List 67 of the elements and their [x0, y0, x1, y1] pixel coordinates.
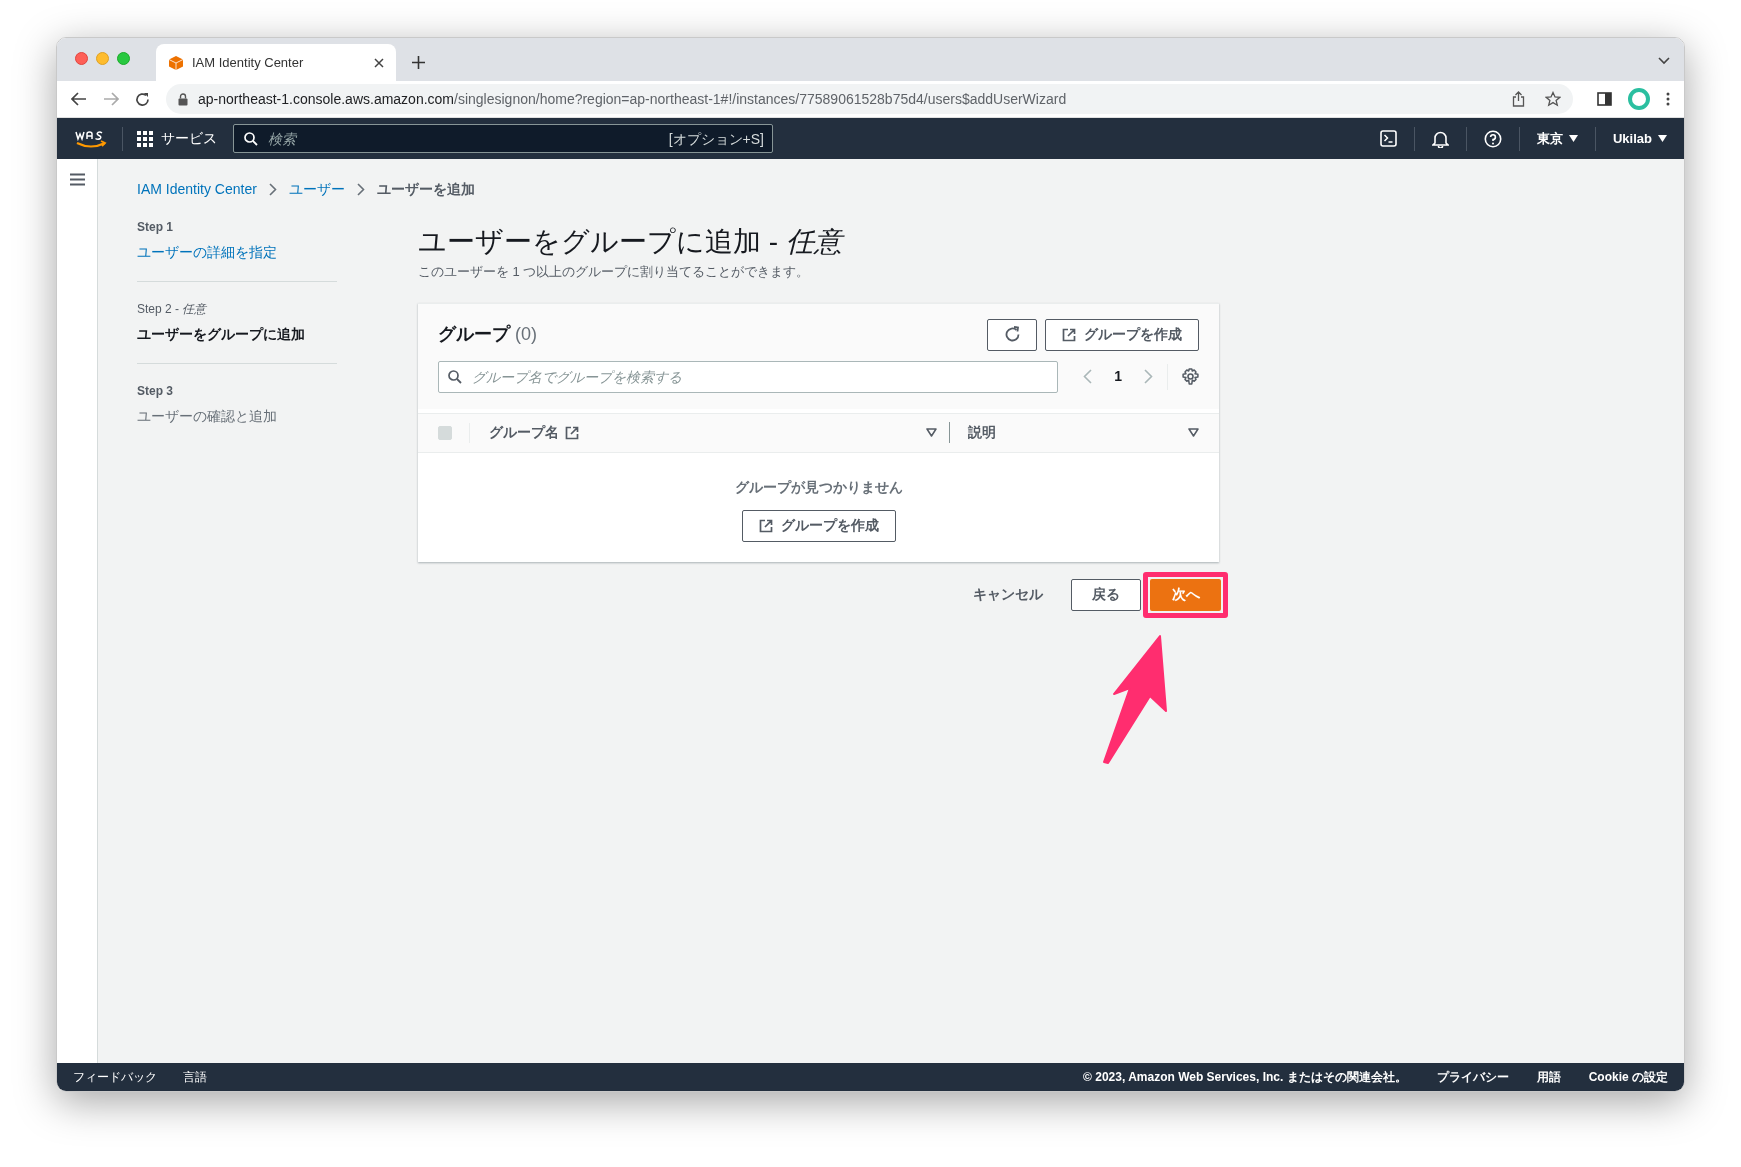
cube-icon	[168, 54, 184, 71]
create-group-button[interactable]: グループを作成	[1045, 318, 1199, 351]
search-icon	[244, 132, 258, 146]
create-group-button[interactable]: グループを作成	[741, 509, 896, 542]
shortcut-hint: [オプション+S]	[668, 130, 764, 149]
bookmark-star-icon[interactable]	[1545, 91, 1561, 107]
group-count: (0)	[515, 324, 537, 344]
breadcrumb-current: ユーザーを追加	[376, 179, 475, 199]
side-panel-icon[interactable]	[1597, 92, 1612, 106]
address-bar[interactable]: ap-northeast-1.console.aws.amazon.com/singlesignon/home?region=ap-northeast-1#!/instances/77589061528b75d4/users$addUserWizard	[166, 84, 1573, 114]
page-description: このユーザーを 1 つ以上のグループに割り当てることができます。	[418, 263, 811, 281]
step-label[interactable]: ユーザーの詳細を指定	[137, 242, 337, 263]
step-number: Step 1	[137, 219, 174, 236]
help-icon[interactable]	[1484, 129, 1502, 148]
footer-link[interactable]: 用語	[1536, 1068, 1561, 1086]
footer-link[interactable]: プライバシー	[1436, 1068, 1509, 1086]
page-number[interactable]: 1	[1110, 366, 1126, 387]
refresh-icon	[1003, 326, 1021, 343]
footer-link[interactable]: 言語	[183, 1068, 207, 1086]
close-window-button[interactable]	[75, 52, 88, 65]
tab-title: IAM Identity Center	[192, 53, 305, 72]
reload-icon[interactable]	[135, 91, 150, 107]
group-search-field[interactable]: グループ名でグループを検索する	[438, 360, 1058, 393]
sort-icon[interactable]	[926, 428, 937, 437]
page-title: ユーザーをグループに追加 - 任意	[418, 224, 1219, 260]
copyright-text: © 2023, Amazon Web Services, Inc. またはその関連会社。	[1083, 1069, 1407, 1086]
step-number: Step 3	[137, 383, 174, 400]
account-menu-button[interactable]: Ukilab	[1613, 128, 1667, 149]
new-tab-icon[interactable]	[412, 56, 425, 69]
grid-icon	[137, 130, 153, 147]
panel-title: グループ	[438, 324, 510, 344]
url-text: ap-northeast-1.console.aws.amazon.com/singlesignon/home?region=ap-northeast-1#!/instances/77589061528b75d4/users$addUserWizard	[198, 89, 1068, 109]
step-label: ユーザーの確認と追加	[137, 407, 278, 426]
caret-icon	[1658, 135, 1667, 142]
footer-link[interactable]: フィードバック	[73, 1068, 157, 1086]
cloudshell-icon[interactable]	[1380, 130, 1397, 147]
browser-tab[interactable]: IAM Identity Center	[156, 44, 396, 81]
back-button[interactable]: 戻る	[1071, 578, 1141, 611]
menu-icon[interactable]	[69, 173, 85, 186]
search-icon	[448, 369, 462, 384]
external-link-icon	[565, 425, 579, 440]
footer-link[interactable]: Cookie の設定	[1588, 1068, 1668, 1086]
back-arrow-icon[interactable]	[71, 92, 87, 106]
tab-list-chevron-icon[interactable]	[1658, 57, 1670, 65]
lock-icon	[178, 92, 188, 106]
refresh-button[interactable]	[987, 318, 1037, 351]
region-menu-button[interactable]: 東京	[1537, 128, 1578, 149]
step-label: ユーザーをグループに追加	[137, 325, 306, 344]
chevron-icon	[268, 182, 277, 196]
more-menu-icon[interactable]	[1666, 92, 1670, 106]
caret-icon	[1569, 135, 1578, 142]
settings-icon[interactable]	[1182, 368, 1199, 385]
column-header[interactable]: 説明	[968, 422, 996, 443]
cancel-button[interactable]: キャンセル	[973, 584, 1043, 605]
chevron-icon	[356, 182, 365, 196]
breadcrumb-link[interactable]: IAM Identity Center	[137, 178, 257, 200]
bell-icon[interactable]	[1432, 129, 1449, 148]
sort-icon[interactable]	[1188, 428, 1199, 437]
close-tab-icon[interactable]	[374, 57, 384, 68]
step-number: Step 2 - 任意	[137, 301, 208, 318]
external-link-icon	[1062, 327, 1076, 342]
external-link-icon	[758, 518, 773, 533]
column-header[interactable]: グループ名	[489, 422, 579, 443]
services-menu-button[interactable]: サービス	[137, 128, 217, 149]
breadcrumb-link[interactable]: ユーザー	[288, 178, 345, 200]
empty-message: グループが見つかりません	[734, 477, 903, 497]
share-icon[interactable]	[1512, 91, 1525, 107]
